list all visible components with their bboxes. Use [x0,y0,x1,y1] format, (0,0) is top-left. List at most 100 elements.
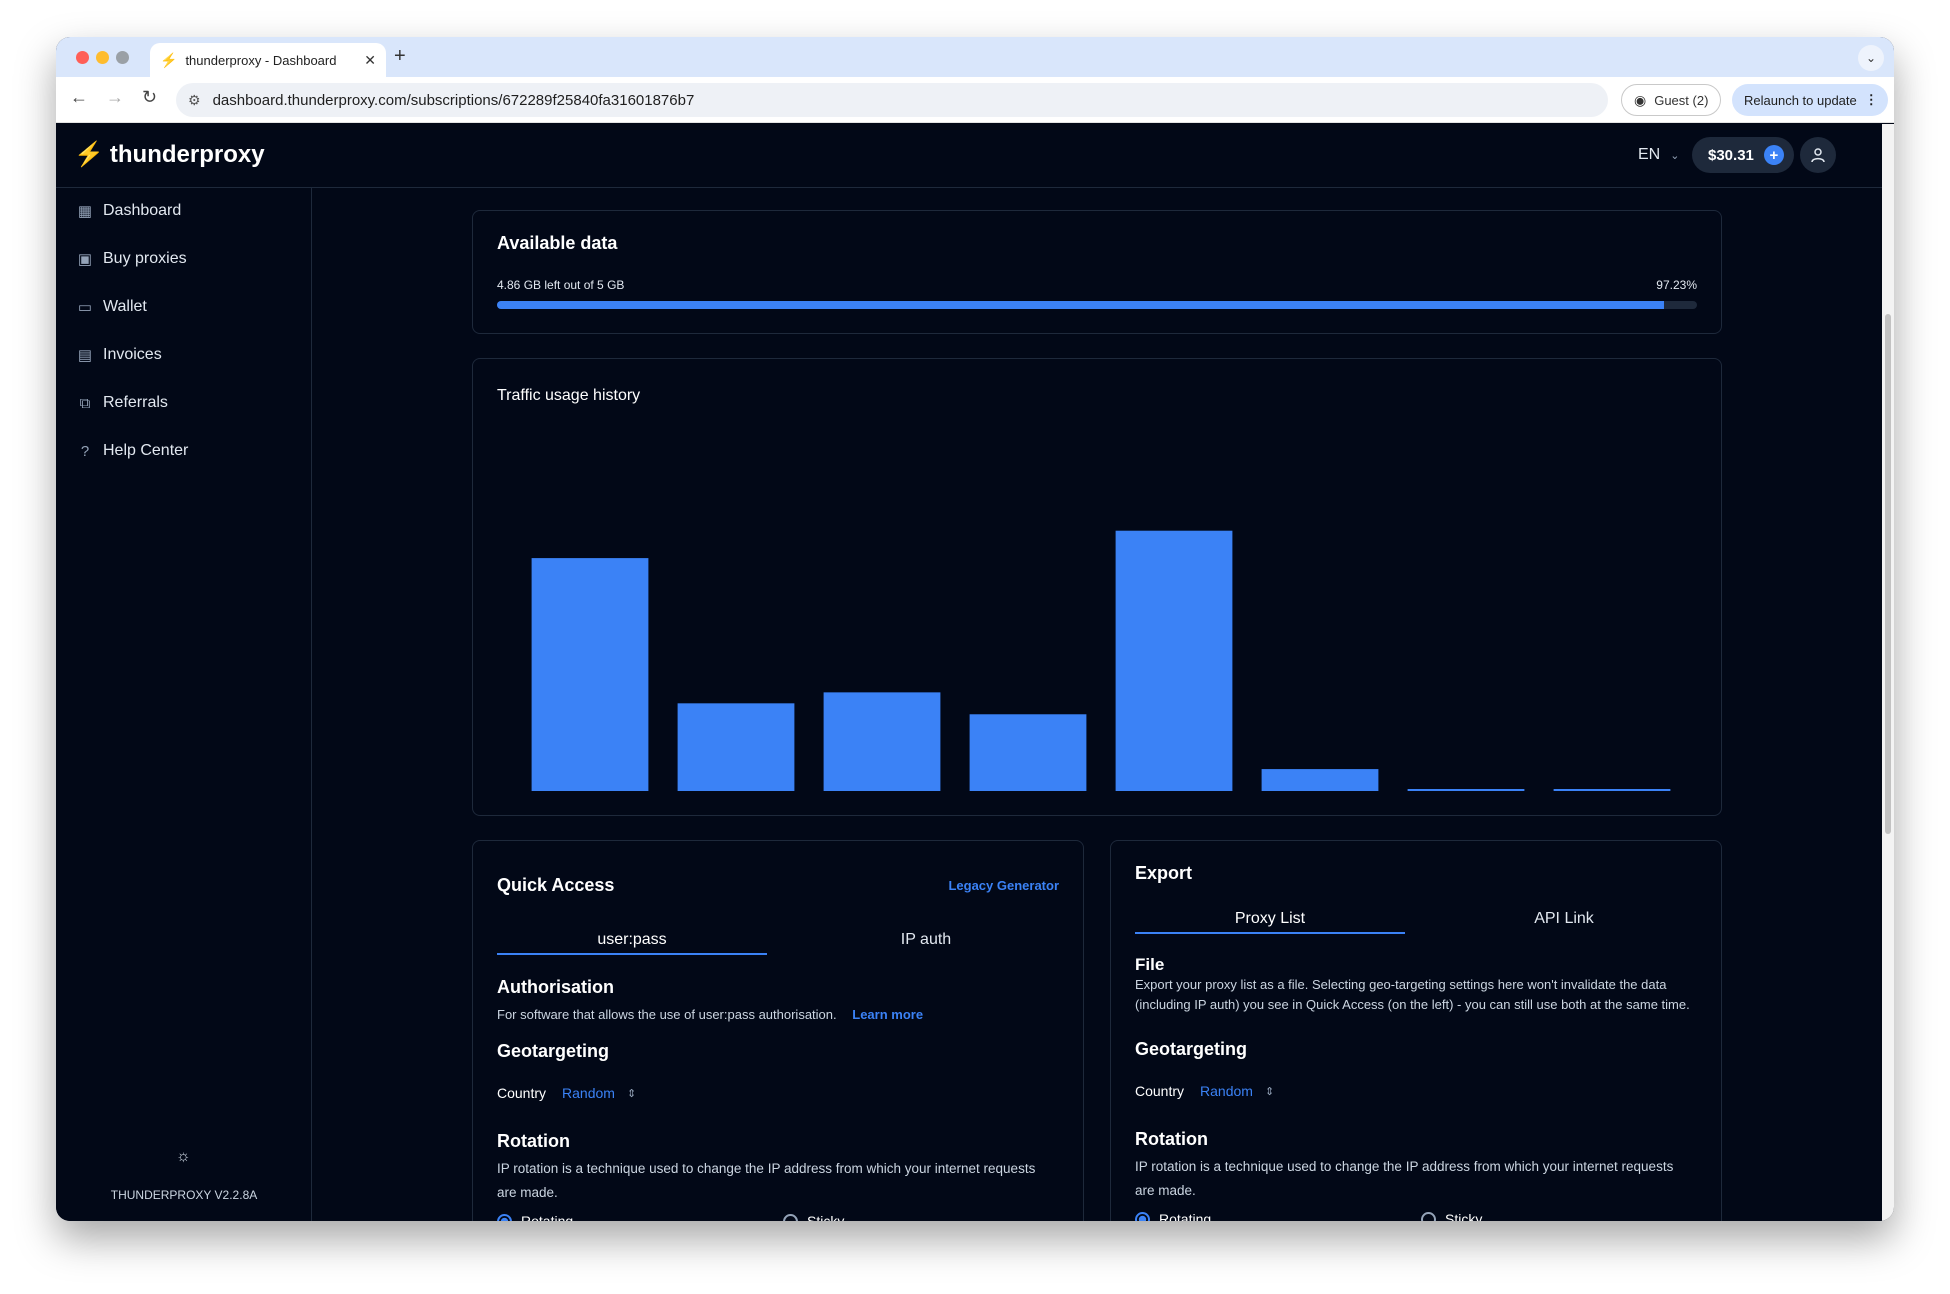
browser-toolbar: ← → ↻ ⚙ dashboard.thunderproxy.com/subsc… [56,77,1894,123]
export-card: Export Proxy List API Link File Export y… [1110,840,1722,1221]
plus-icon[interactable]: + [1763,145,1784,165]
data-remaining-text: 4.86 GB left out of 5 GB [497,278,625,292]
rotating-label: Rotating [521,1213,574,1221]
rotating-label: Rotating [1159,1211,1212,1221]
export-tabs: Proxy List API Link [1135,910,1699,934]
bolt-icon: ⚡ [160,51,178,68]
user-menu-button[interactable] [1800,137,1836,173]
country-value[interactable]: Random [1200,1083,1253,1099]
tab-ip-auth[interactable]: IP auth [791,931,1061,955]
country-label: Country [1135,1083,1185,1099]
traffic-bar-1 [531,558,649,791]
export-title: Export [1135,863,1193,883]
maximize-window-button[interactable] [116,51,129,64]
export-geotargeting-title: Geotargeting [1135,1039,1248,1059]
learn-more-link[interactable]: Learn more [852,1007,923,1022]
sidebar-item-label: Wallet [103,298,147,315]
app-root: ⚡ thunderproxy EN ⌄ $30.31 + ▦ Dashboard… [56,124,1882,1221]
rotation-text: IP rotation is a technique used to chang… [497,1161,1036,1200]
tab-title: thunderproxy - Dashboard [185,52,337,68]
traffic-bar-3 [823,692,941,791]
close-tab-icon[interactable]: ✕ [364,52,376,69]
new-tab-button[interactable]: + [394,45,406,68]
traffic-bar-chart [531,530,1671,791]
sidebar-item-help-center[interactable]: ? Help Center [76,442,189,460]
more-options-icon[interactable]: ⋮ [1865,92,1878,108]
authorisation-description: For software that allows the use of user… [497,1007,837,1022]
minimize-window-button[interactable] [96,51,109,64]
export-country-selector[interactable]: Country Random ⇕ [1135,1083,1274,1099]
close-window-button[interactable] [76,51,89,64]
site-info-icon[interactable]: ⚙ [188,92,201,109]
chevron-down-icon: ⌄ [1670,149,1680,162]
sidebar-item-label: Buy proxies [103,250,187,267]
export-rotation-title: Rotation [1135,1129,1208,1149]
tab-user-pass[interactable]: user:pass [497,931,767,955]
file-text: Export your proxy list as a file. Select… [1135,977,1690,1012]
brand-name: thunderproxy [109,140,265,168]
balance-amount: $30.31 [1708,146,1754,164]
back-button[interactable]: ← [70,87,88,108]
sidebar-item-wallet[interactable]: ▭ Wallet [76,298,147,316]
quick-access-title: Quick Access [497,875,615,895]
guest-label: Guest (2) [1654,92,1709,108]
language-label: EN [1638,146,1661,163]
traffic-bar-8 [1553,789,1671,791]
theme-toggle-sun-icon[interactable]: ☼ [176,1148,191,1166]
browser-tab[interactable]: ⚡ thunderproxy - Dashboard ✕ [150,43,386,77]
legacy-generator-link[interactable]: Legacy Generator [948,878,1059,893]
data-percent-text: 97.23% [1656,278,1697,292]
quick-access-card: Quick Access Legacy Generator user:pass … [472,840,1084,1221]
referrals-icon: ⧉ [79,394,91,412]
tab-proxy-list[interactable]: Proxy List [1135,910,1405,934]
reload-button[interactable]: ↻ [142,87,157,108]
sidebar-item-label: Invoices [103,346,162,363]
traffic-bar-4 [969,714,1087,791]
traffic-history-card: Traffic usage history [472,358,1722,816]
forward-button[interactable]: → [106,87,124,108]
top-navigation: ⚡ thunderproxy EN ⌄ $30.31 + [56,124,1882,188]
radio-unchecked-icon [1421,1211,1436,1221]
shopping-bag-icon: ▣ [77,251,93,268]
app-version: THUNDERPROXY V2.2.8A [110,1188,258,1202]
export-sticky-radio[interactable]: Sticky [1421,1211,1482,1221]
tab-api-link[interactable]: API Link [1429,910,1699,934]
available-data-card: Available data 4.86 GB left out of 5 GB … [472,210,1722,334]
language-selector[interactable]: EN ⌄ [1638,146,1679,164]
export-rotation-text: IP rotation is a technique used to chang… [1135,1159,1674,1198]
page-scrollbar[interactable] [1882,124,1894,1221]
relaunch-label: Relaunch to update [1744,92,1857,108]
sidebar-item-invoices[interactable]: ▤ Invoices [76,346,162,364]
export-rotating-radio[interactable]: Rotating [1135,1211,1211,1221]
file-title: File [1135,955,1165,974]
country-label: Country [497,1085,547,1101]
brand-logo[interactable]: ⚡ thunderproxy [74,140,265,169]
authorisation-text: For software that allows the use of user… [497,1005,923,1025]
radio-unchecked-icon [783,1213,798,1221]
sidebar-item-label: Dashboard [103,202,182,219]
traffic-bar-2 [677,703,795,791]
guest-profile-button[interactable]: ◉ Guest (2) [1621,84,1722,116]
chevron-up-down-icon: ⇕ [626,1087,637,1100]
rotating-radio[interactable]: Rotating [497,1213,573,1221]
address-bar[interactable]: ⚙ dashboard.thunderproxy.com/subscriptio… [176,83,1608,117]
traffic-bar-7 [1407,789,1525,791]
geotargeting-title: Geotargeting [497,1041,610,1061]
traffic-bar-6 [1261,769,1379,791]
country-value[interactable]: Random [562,1085,615,1101]
sidebar-item-buy-proxies[interactable]: ▣ Buy proxies [76,250,187,268]
sidebar: ▦ Dashboard ▣ Buy proxies ▭ Wallet ▤ Inv… [56,188,312,1221]
sidebar-item-referrals[interactable]: ⧉ Referrals [76,394,168,412]
relaunch-button[interactable]: Relaunch to update ⋮ [1732,84,1888,116]
sidebar-item-label: Help Center [103,442,189,459]
dashboard-icon: ▦ [77,203,93,220]
data-progress-bar [497,301,1697,309]
invoice-icon: ▤ [77,347,93,364]
country-selector[interactable]: Country Random ⇕ [497,1085,636,1101]
balance-button[interactable]: $30.31 + [1692,137,1794,173]
tab-search-button[interactable]: ⌄ [1858,45,1884,71]
data-progress-fill [497,301,1664,309]
sticky-radio[interactable]: Sticky [783,1213,844,1221]
scrollbar-thumb[interactable] [1885,314,1891,834]
sidebar-item-dashboard[interactable]: ▦ Dashboard [76,202,181,220]
